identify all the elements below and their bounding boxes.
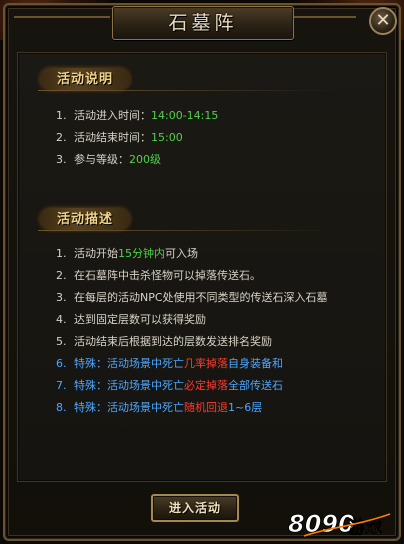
list-item: 6. 特殊：活动场景中死亡几率掉落自身装备和 [56, 355, 283, 373]
list-item-text: 200级 [129, 153, 161, 166]
list-item-text: 特殊：活动场景中死亡 [74, 357, 184, 370]
list-item-text: 几率掉落 [184, 357, 228, 370]
list-item-text: 参与等级： [74, 153, 129, 166]
list-item-text: 全部传送石 [228, 379, 283, 392]
list-item-number: 1. [56, 109, 67, 122]
list-item: 3. 参与等级：200级 [56, 151, 161, 169]
list-item-text: 达到固定层数可以获得奖励 [74, 313, 206, 326]
list-item: 1. 活动开始15分钟内可入场 [56, 245, 198, 263]
list-item: 2. 活动结束时间：15:00 [56, 129, 183, 147]
list-item: 4. 达到固定层数可以获得奖励 [56, 311, 206, 329]
list-item: 8. 特殊：活动场景中死亡随机回退1~6层 [56, 399, 262, 417]
list-item-number: 6. [56, 357, 67, 370]
section-header-rules: 活动说明 [40, 68, 130, 90]
section-title: 活动说明 [56, 72, 113, 87]
enter-activity-label: 进入活动 [168, 501, 221, 515]
section-divider [38, 90, 338, 91]
section-divider [38, 230, 338, 231]
list-item-text: 随机回退 [184, 401, 228, 414]
list-item: 1. 活动进入时间：14:00-14:15 [56, 107, 218, 125]
list-item: 2. 在石墓阵中击杀怪物可以掉落传送石。 [56, 267, 261, 285]
list-item-text: 15:00 [151, 131, 183, 144]
list-item: 5. 活动结束后根据到达的层数发送排名奖励 [56, 333, 272, 351]
svg-text:8090: 8090 [288, 510, 355, 538]
list-item-number: 3. [56, 291, 67, 304]
section-title: 活动描述 [56, 212, 113, 227]
list-item-text: 在每层的活动NPC处使用不同类型的传送石深入石墓 [74, 291, 328, 304]
list-item-number: 5. [56, 335, 67, 348]
list-item-text: 活动开始 [74, 247, 118, 260]
list-item-number: 3. [56, 153, 67, 166]
close-icon: ✕ [375, 10, 391, 31]
list-item: 7. 特殊：活动场景中死亡必定掉落全部传送石 [56, 377, 283, 395]
list-item-text: 自身装备和 [228, 357, 283, 370]
list-item-text: 15分钟内 [118, 247, 165, 260]
list-item: 3. 在每层的活动NPC处使用不同类型的传送石深入石墓 [56, 289, 328, 307]
close-button[interactable]: ✕ [369, 7, 397, 35]
list-item-text: 14:00-14:15 [151, 109, 219, 122]
watermark-logo: 8090 游戏 [286, 506, 396, 540]
title-plate: 石墓阵 [112, 6, 294, 40]
enter-activity-button[interactable]: 进入活动 [151, 494, 239, 522]
list-item-number: 8. [56, 401, 67, 414]
section-header-description: 活动描述 [40, 208, 130, 230]
list-item-text: 特殊：活动场景中死亡 [74, 379, 184, 392]
list-item-text: 1~6层 [228, 401, 263, 414]
list-item-text: 特殊：活动场景中死亡 [74, 401, 184, 414]
list-item-number: 1. [56, 247, 67, 260]
list-item-number: 2. [56, 269, 67, 282]
list-item-text: 必定掉落 [184, 379, 228, 392]
list-item-number: 4. [56, 313, 67, 326]
dialog-title: 石墓阵 [168, 12, 238, 34]
svg-text:游戏: 游戏 [348, 517, 382, 538]
list-item-number: 2. [56, 131, 67, 144]
title-wing-left [14, 16, 110, 18]
list-item-text: 活动结束后根据到达的层数发送排名奖励 [74, 335, 272, 348]
title-wing-right [294, 16, 356, 18]
list-item-text: 活动结束时间： [74, 131, 151, 144]
list-item-text: 在石墓阵中击杀怪物可以掉落传送石。 [74, 269, 261, 282]
list-item-number: 7. [56, 379, 67, 392]
list-item-text: 可入场 [165, 247, 198, 260]
list-item-text: 活动进入时间： [74, 109, 151, 122]
